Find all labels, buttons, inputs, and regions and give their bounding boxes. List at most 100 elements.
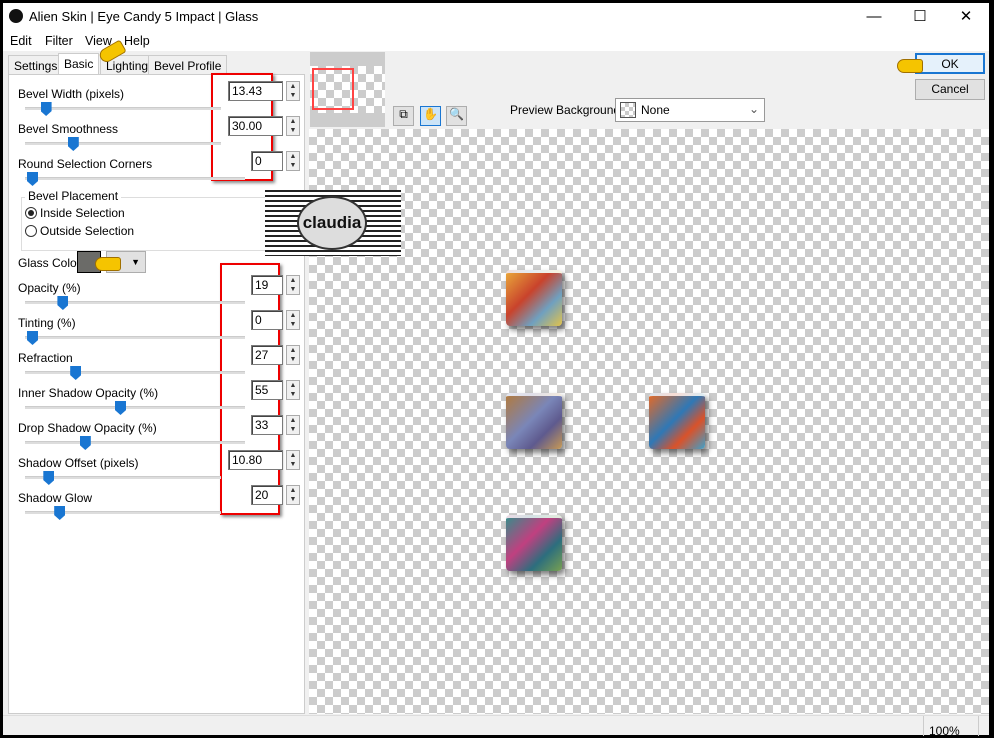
preview-tile	[649, 393, 705, 449]
bevel-placement-title: Bevel Placement	[25, 189, 122, 203]
minimize-button[interactable]: —	[851, 3, 897, 31]
inside-selection-label[interactable]: Inside Selection	[40, 206, 125, 220]
arrow-up-icon[interactable]: ▲	[287, 381, 299, 390]
navigator-thumbnail[interactable]	[310, 52, 385, 127]
glass-color-label: Glass Color	[18, 256, 81, 270]
slider-track[interactable]	[25, 107, 221, 110]
preview-tile	[506, 393, 562, 449]
arrow-up-icon[interactable]: ▲	[287, 311, 299, 320]
pointer-hand-icon	[95, 257, 121, 271]
menu-help[interactable]: Help	[124, 34, 150, 48]
value-spinner[interactable]: ▲ ▼	[286, 485, 300, 505]
slider-track[interactable]	[25, 371, 245, 374]
slider-thumb[interactable]	[40, 102, 52, 116]
value-input[interactable]: 55	[251, 380, 283, 400]
arrow-down-icon[interactable]: ▼	[287, 320, 299, 329]
hand-tool-icon[interactable]: ✋	[420, 106, 441, 126]
value-input[interactable]: 33	[251, 415, 283, 435]
slider-track[interactable]	[25, 142, 221, 145]
arrow-up-icon[interactable]: ▲	[287, 486, 299, 495]
cancel-button[interactable]: Cancel	[915, 79, 985, 100]
outside-selection-radio[interactable]	[25, 225, 37, 237]
value-input[interactable]: 27	[251, 345, 283, 365]
value-spinner[interactable]: ▲ ▼	[286, 415, 300, 435]
arrow-down-icon[interactable]: ▼	[287, 161, 299, 170]
value-input[interactable]: 10.80	[228, 450, 283, 470]
inside-selection-radio[interactable]	[25, 207, 37, 219]
slider-thumb[interactable]	[79, 436, 91, 450]
arrow-up-icon[interactable]: ▲	[287, 152, 299, 161]
arrow-down-icon[interactable]: ▼	[287, 355, 299, 364]
value-spinner[interactable]: ▲ ▼	[286, 275, 300, 295]
value-spinner[interactable]: ▲ ▼	[286, 310, 300, 330]
slider-label: Drop Shadow Opacity (%)	[18, 421, 157, 435]
arrow-down-icon[interactable]: ▼	[287, 460, 299, 469]
slider-track[interactable]	[25, 406, 245, 409]
eye-candy-window: Alien Skin | Eye Candy 5 Impact | Glass …	[3, 3, 989, 738]
slider-label: Bevel Smoothness	[18, 122, 119, 136]
slider-track[interactable]	[25, 336, 245, 339]
window-title: Alien Skin | Eye Candy 5 Impact | Glass	[29, 9, 259, 24]
value-spinner[interactable]: ▲ ▼	[286, 450, 300, 470]
arrow-down-icon[interactable]: ▼	[287, 495, 299, 504]
navigator-viewport[interactable]	[312, 68, 354, 110]
slider-thumb[interactable]	[67, 137, 79, 151]
ok-button[interactable]: OK	[915, 53, 985, 74]
menu-edit[interactable]: Edit	[10, 34, 32, 48]
slider-track[interactable]	[25, 441, 245, 444]
slider-label: Tinting (%)	[18, 316, 76, 330]
tab-basic[interactable]: Basic	[58, 53, 100, 75]
value-input[interactable]: 20	[251, 485, 283, 505]
menu-filter[interactable]: Filter	[45, 34, 73, 48]
zoom-tool-icon[interactable]: 🔍	[446, 106, 467, 126]
tab-settings[interactable]: Settings	[8, 55, 64, 75]
arrow-down-icon[interactable]: ▼	[287, 91, 299, 100]
preview-tile	[506, 515, 562, 571]
value-spinner[interactable]: ▲ ▼	[286, 380, 300, 400]
slider-thumb[interactable]	[27, 331, 38, 345]
close-button[interactable]: ✕	[943, 3, 989, 31]
arrow-up-icon[interactable]: ▲	[287, 416, 299, 425]
value-input[interactable]: 19	[251, 275, 283, 295]
preview-background-value: None	[641, 103, 670, 117]
arrow-up-icon[interactable]: ▲	[287, 117, 299, 126]
preview-background-select[interactable]: None ⌄	[615, 98, 765, 122]
slider-thumb[interactable]	[57, 296, 69, 310]
slider-thumb[interactable]	[54, 506, 66, 520]
slider-track[interactable]	[25, 476, 221, 479]
arrow-up-icon[interactable]: ▲	[287, 346, 299, 355]
slider-label: Refraction	[18, 351, 73, 365]
slider-track[interactable]	[25, 177, 245, 180]
slider-thumb[interactable]	[115, 401, 126, 415]
arrow-down-icon[interactable]: ▼	[287, 126, 299, 135]
maximize-button[interactable]: ☐	[897, 3, 943, 31]
arrow-down-icon[interactable]: ▼	[287, 285, 299, 294]
preview-canvas[interactable]	[309, 129, 989, 714]
slider-label: Opacity (%)	[18, 281, 81, 295]
slider-thumb[interactable]	[43, 471, 55, 485]
arrow-down-icon[interactable]: ▼	[287, 390, 299, 399]
arrow-up-icon[interactable]: ▲	[287, 82, 299, 91]
arrow-down-icon[interactable]: ▼	[287, 425, 299, 434]
arrow-up-icon[interactable]: ▲	[287, 276, 299, 285]
value-spinner[interactable]: ▲ ▼	[286, 116, 300, 136]
preview-compare-icon[interactable]: ⧉	[393, 106, 414, 126]
value-spinner[interactable]: ▲ ▼	[286, 151, 300, 171]
value-spinner[interactable]: ▲ ▼	[286, 345, 300, 365]
value-input[interactable]: 0	[251, 151, 283, 171]
app-icon	[9, 9, 23, 23]
value-input[interactable]: 13.43	[228, 81, 283, 101]
zoom-level: 100%	[929, 724, 960, 738]
arrow-up-icon[interactable]: ▲	[287, 451, 299, 460]
value-input[interactable]: 0	[251, 310, 283, 330]
slider-label: Bevel Width (pixels)	[18, 87, 125, 101]
slider-thumb[interactable]	[27, 172, 38, 186]
value-input[interactable]: 30.00	[228, 116, 283, 136]
slider-thumb[interactable]	[70, 366, 82, 380]
tab-bevel-profile[interactable]: Bevel Profile	[148, 55, 228, 75]
chevron-down-icon: ⌄	[749, 102, 760, 116]
status-bar: 100%	[3, 715, 989, 738]
value-spinner[interactable]: ▲ ▼	[286, 81, 300, 101]
slider-label: Round Selection Corners	[18, 157, 153, 171]
outside-selection-label[interactable]: Outside Selection	[40, 224, 134, 238]
